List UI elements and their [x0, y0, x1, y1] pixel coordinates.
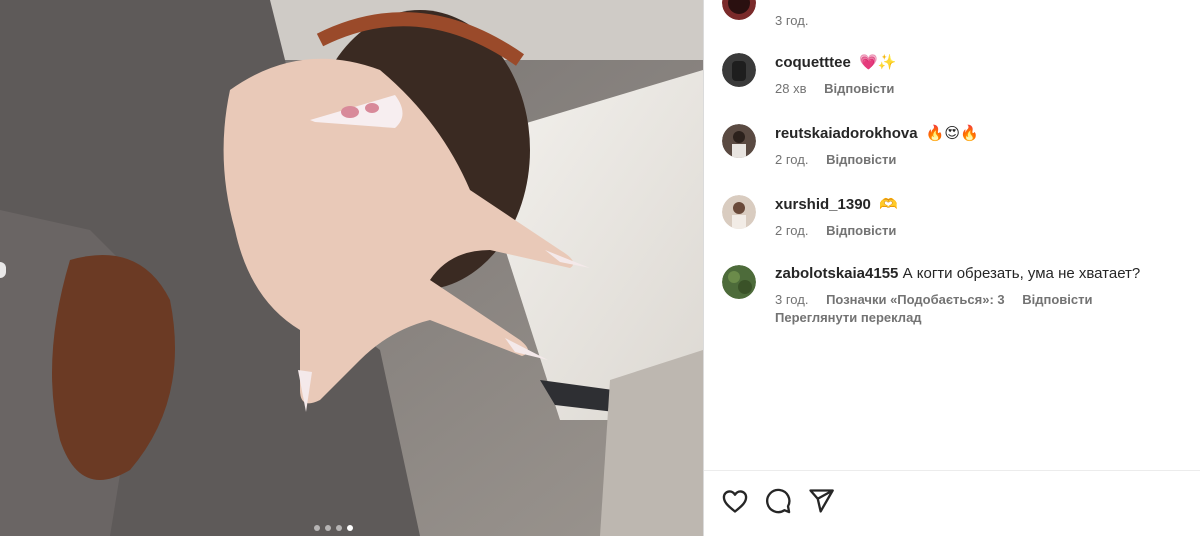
post-photo[interactable] [0, 0, 703, 536]
comment-likes[interactable]: Позначки «Подобається»: 3 [826, 292, 1005, 307]
comment-item: coquetttee 💗✨ 28 хв Відповісти [722, 53, 908, 97]
carousel-dot[interactable] [325, 525, 331, 531]
send-icon [809, 489, 834, 513]
comment-username[interactable]: xurshid_1390 [775, 196, 871, 213]
reply-button[interactable]: Відповісти [1022, 292, 1092, 307]
comment-emojis: 🫶 [879, 195, 898, 213]
see-translation-link[interactable]: Переглянути переклад [775, 310, 1140, 325]
post-actions-bar [704, 470, 1200, 537]
comment-time: 3 год. [775, 292, 809, 307]
reply-button[interactable]: Відповісти [824, 81, 894, 96]
avatar[interactable] [722, 0, 756, 20]
comment-time: 2 год. [775, 152, 809, 167]
avatar[interactable] [722, 53, 756, 87]
carousel-dot[interactable] [336, 525, 342, 531]
carousel-dot[interactable] [347, 525, 353, 531]
avatar[interactable] [722, 195, 756, 229]
reply-button[interactable]: Відповісти [826, 152, 896, 167]
comment-item: reutskaiadorokhova 🔥😍🔥 2 год. Відповісти [722, 124, 979, 168]
comment-item: xurshid_1390 🫶 2 год. Відповісти [722, 195, 910, 239]
comment-text: А когти обрезать, ума не хватает? [902, 265, 1141, 282]
reply-button[interactable]: Відповісти [826, 223, 896, 238]
comment-item: zabolotskaia4155 А когти обрезать, ума н… [722, 265, 1140, 325]
carousel-indicator [314, 525, 353, 531]
comment-emojis: 🔥😍🔥 [925, 124, 979, 142]
heart-icon [722, 490, 748, 513]
comment-username[interactable]: reutskaiadorokhova [775, 125, 918, 142]
photo-illustration [0, 0, 703, 536]
comment-time: 28 хв [775, 81, 807, 96]
like-button[interactable] [721, 487, 749, 515]
avatar[interactable] [722, 124, 756, 158]
share-button[interactable] [807, 487, 835, 515]
comments-panel: 3 год. coquetttee 💗✨ 28 хв Відповісти re… [703, 0, 1200, 536]
comment-username[interactable]: zabolotskaia4155 [775, 265, 898, 282]
avatar[interactable] [722, 265, 756, 299]
comment-emojis: 💗✨ [859, 53, 897, 71]
comment-time: 2 год. [775, 223, 809, 238]
comment-item: 3 год. [722, 0, 822, 29]
comment-time: 3 год. [775, 13, 809, 28]
comment-button[interactable] [764, 487, 792, 515]
comment-icon [766, 488, 791, 514]
comment-username[interactable]: coquetttee [775, 54, 851, 71]
carousel-dot[interactable] [314, 525, 320, 531]
